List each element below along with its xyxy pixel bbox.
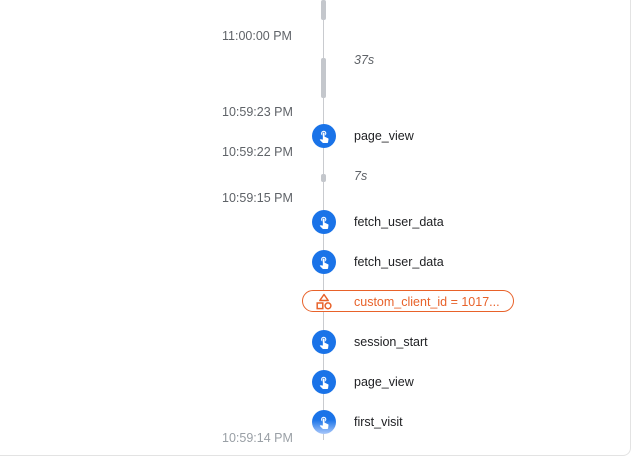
event-name[interactable]: fetch_user_data — [354, 255, 444, 269]
touch-icon — [319, 256, 329, 269]
user-property-pill[interactable]: custom_client_id = 1017... — [302, 290, 514, 312]
debugview-timeline-panel: 11:00:00 PM 10:59:23 PM 10:59:22 PM 10:5… — [0, 0, 631, 456]
gap-bar — [321, 58, 326, 98]
touch-icon — [319, 336, 329, 349]
touch-icon — [319, 216, 329, 229]
gap-bar — [321, 174, 326, 182]
event-touch-icon[interactable] — [312, 370, 336, 394]
shapes-icon — [316, 293, 332, 310]
event-touch-icon[interactable] — [312, 210, 336, 234]
timestamp: 11:00:00 PM — [222, 29, 292, 43]
timestamp: 10:59:15 PM — [222, 191, 293, 205]
event-name[interactable]: page_view — [354, 375, 414, 389]
user-property-label: custom_client_id = 1017... — [354, 295, 500, 309]
gap-duration: 37s — [354, 53, 375, 67]
event-name[interactable]: fetch_user_data — [354, 215, 444, 229]
event-touch-icon[interactable] — [312, 124, 336, 148]
touch-icon — [319, 376, 329, 389]
event-touch-icon[interactable] — [312, 330, 336, 354]
event-name[interactable]: session_start — [354, 335, 428, 349]
gap-duration: 7s — [354, 169, 368, 183]
event-touch-icon[interactable] — [312, 250, 336, 274]
timestamp: 10:59:22 PM — [222, 145, 293, 159]
timestamp: 10:59:23 PM — [222, 105, 293, 119]
gap-bar — [321, 0, 326, 20]
event-touch-icon[interactable] — [312, 410, 336, 434]
event-name[interactable]: first_visit — [354, 415, 403, 429]
touch-icon — [319, 416, 329, 429]
timestamp: 10:59:14 PM — [222, 431, 293, 445]
event-name[interactable]: page_view — [354, 129, 414, 143]
touch-icon — [319, 130, 329, 143]
